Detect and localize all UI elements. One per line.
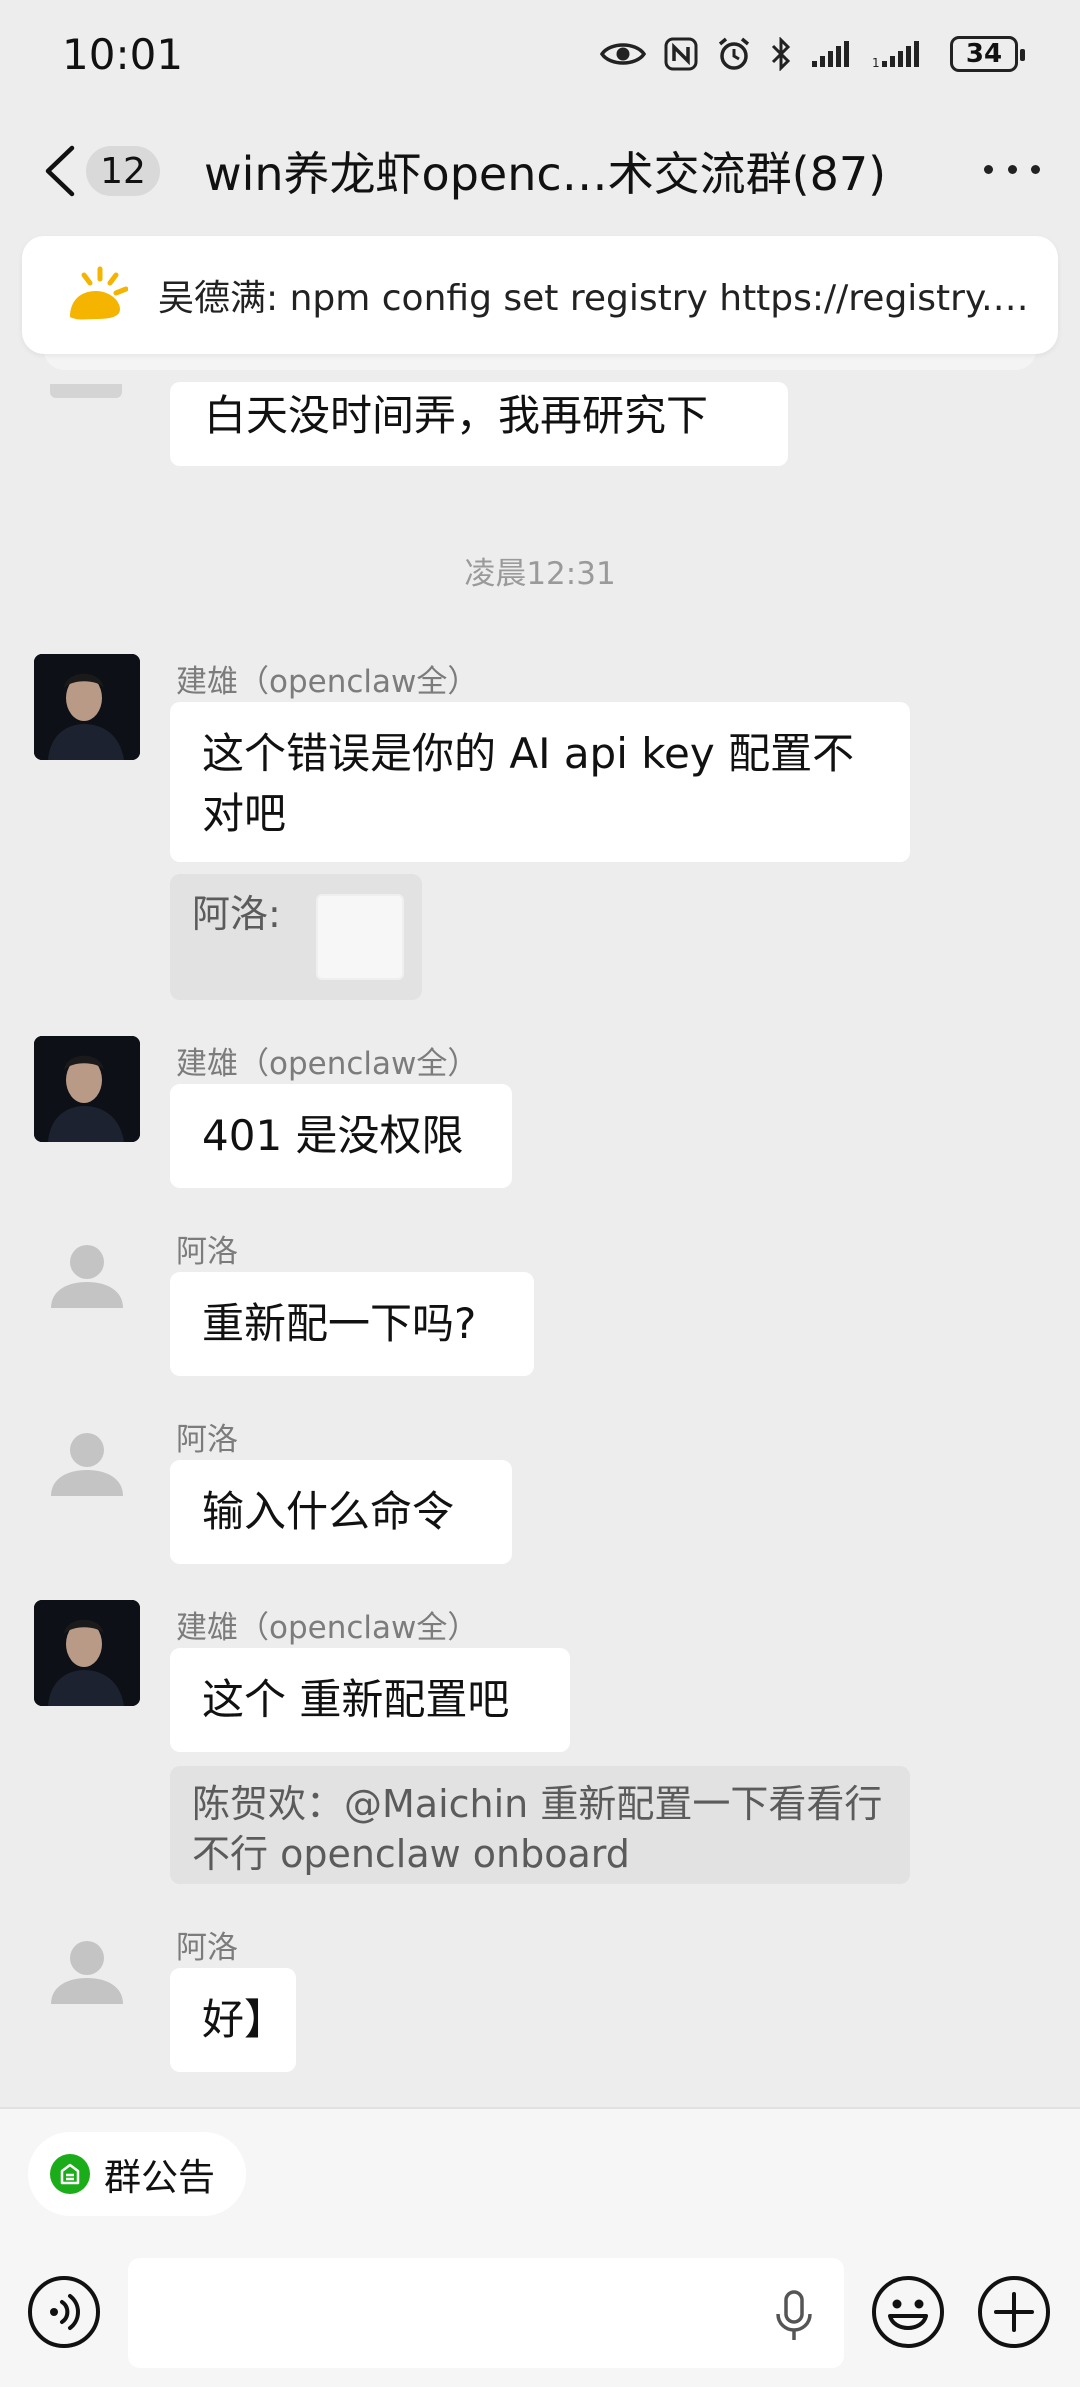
emoji-icon[interactable]: [870, 2274, 946, 2350]
quote-text: 陈贺欢：@Maichin 重新配置一下看看行: [192, 1782, 883, 1826]
more-icon[interactable]: [984, 154, 1040, 184]
sender-name: 阿洛: [176, 1930, 238, 1966]
message-bubble[interactable]: 重新配一下吗?: [170, 1272, 534, 1376]
status-bar: 10:01 1 34: [0, 0, 1080, 108]
sender-name: 阿洛: [176, 1422, 238, 1458]
time-divider: 凌晨12:31: [464, 556, 616, 592]
message-text: 401 是没权限: [202, 1111, 464, 1160]
message-text: 好】: [202, 1995, 287, 2044]
pinned-bulb-icon: [70, 266, 128, 320]
message-bubble[interactable]: 白天没时间弄，我再研究下: [170, 382, 788, 466]
back-icon[interactable]: [40, 144, 80, 198]
pinned-text: 吴德满: npm config set registry https://reg…: [158, 278, 1029, 319]
plus-icon[interactable]: [976, 2274, 1052, 2350]
group-notice-label: 群公告: [104, 2156, 215, 2199]
alarm-icon: [718, 37, 750, 70]
svg-text:1: 1: [872, 56, 880, 69]
avatar[interactable]: [34, 1412, 140, 1518]
group-notice-button[interactable]: 群公告: [28, 2132, 246, 2216]
sender-name: 建雄（openclaw全）: [176, 1610, 479, 1646]
status-icons: 1 34: [600, 36, 1025, 72]
avatar[interactable]: [34, 1036, 140, 1142]
status-time: 10:01: [62, 29, 184, 79]
message-text: 这个 重新配置吧: [202, 1675, 510, 1724]
message-text: 重新配一下吗?: [202, 1299, 477, 1348]
message-bubble[interactable]: 401 是没权限: [170, 1084, 512, 1188]
chat-title[interactable]: win养龙虾openc…术交流群(87): [204, 138, 904, 204]
sender-name: 阿洛: [176, 1234, 238, 1270]
pinned-message[interactable]: 吴德满: npm config set registry https://reg…: [22, 236, 1058, 354]
message-text: 对吧: [202, 789, 287, 838]
avatar[interactable]: [34, 654, 140, 760]
unread-count-badge[interactable]: 12: [86, 146, 160, 196]
avatar[interactable]: [34, 1600, 140, 1706]
quote-text: 阿洛:: [192, 892, 281, 936]
avatar[interactable]: [34, 1920, 140, 2026]
message-bubble[interactable]: 好】: [170, 1968, 296, 2072]
voice-icon[interactable]: [26, 2274, 102, 2350]
message-bubble[interactable]: 这个 重新配置吧: [170, 1648, 570, 1752]
signal-icon: [812, 41, 849, 67]
group-notice-icon: [50, 2154, 90, 2194]
message-text: 这个错误是你的 AI api key 配置不: [202, 729, 855, 778]
eye-icon: [600, 43, 646, 65]
message-text: 输入什么命令: [202, 1487, 455, 1536]
message-text: 白天没时间弄，我再研究下: [204, 391, 709, 440]
bluetooth-icon: [771, 37, 791, 71]
chat-header: 12 win养龙虾openc…术交流群(87): [0, 108, 1080, 234]
sender-name: 建雄（openclaw全）: [176, 664, 479, 700]
avatar[interactable]: [34, 1224, 140, 1330]
message-bubble[interactable]: 输入什么命令: [170, 1460, 512, 1564]
quote-text: 不行 openclaw onboard: [192, 1832, 630, 1876]
quoted-message[interactable]: 陈贺欢：@Maichin 重新配置一下看看行 不行 openclaw onboa…: [170, 1766, 910, 1884]
mic-icon[interactable]: [774, 2288, 814, 2344]
battery-level: 34: [965, 39, 1003, 69]
message-input[interactable]: [128, 2258, 844, 2368]
signal-2-icon: 1: [872, 41, 919, 69]
avatar[interactable]: [50, 384, 122, 398]
nfc-icon: [664, 37, 698, 71]
battery-icon: 34: [950, 36, 1025, 72]
message-bubble[interactable]: 这个错误是你的 AI api key 配置不 对吧: [170, 702, 910, 862]
quoted-image-thumbnail[interactable]: [316, 894, 404, 980]
sender-name: 建雄（openclaw全）: [176, 1046, 479, 1082]
